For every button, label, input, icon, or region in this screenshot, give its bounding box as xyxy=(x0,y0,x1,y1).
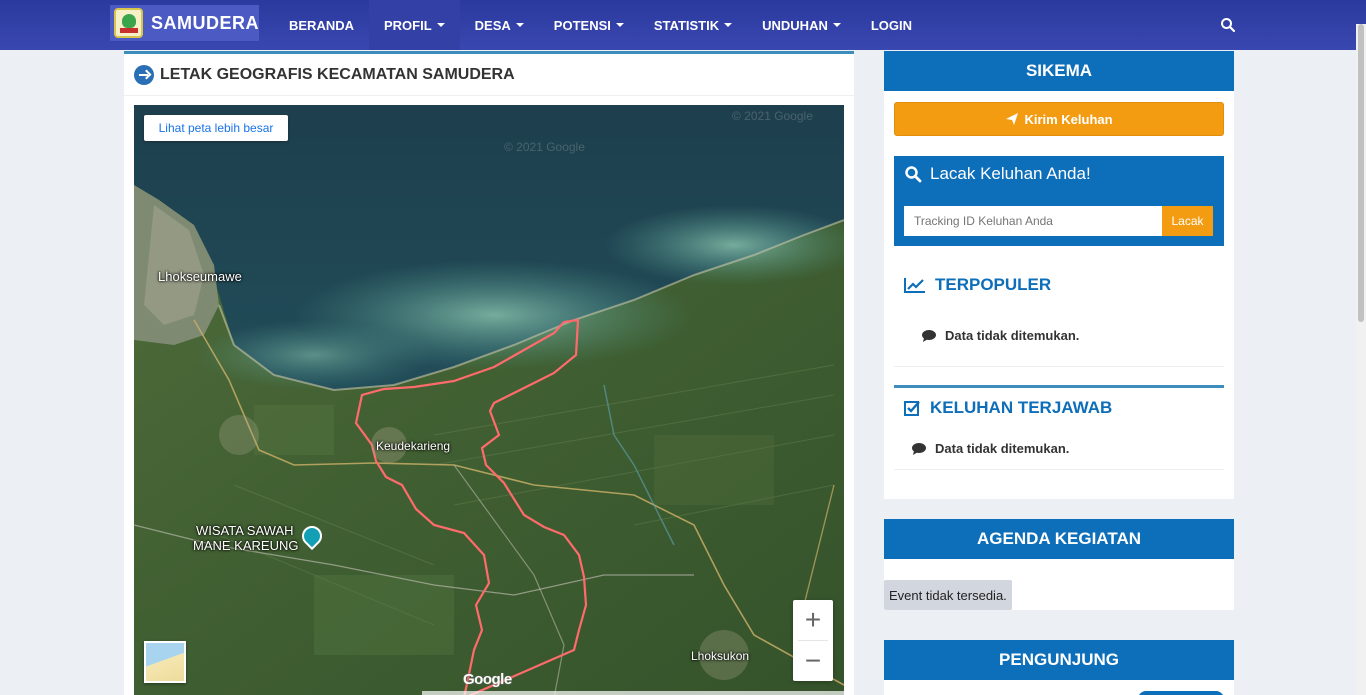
map-label-lhoksukon: Lhoksukon xyxy=(691,649,750,663)
comment-icon xyxy=(912,442,926,455)
kirim-keluhan-button[interactable]: Kirim Keluhan xyxy=(894,102,1224,136)
zoom-controls: + − xyxy=(793,600,833,681)
nav-item-login[interactable]: LOGIN xyxy=(856,0,927,50)
nav-item-label: LOGIN xyxy=(870,17,913,33)
terjawab-divider xyxy=(894,469,1224,470)
caret-down-icon xyxy=(832,23,841,27)
top-navbar: SAMUDERA BERANDA PROFIL DESA POTENSI STATIST… xyxy=(0,0,1366,50)
map-label-lhokseumawe: Lhokseumawe xyxy=(158,269,242,284)
nav-item-label: STATISTIK xyxy=(653,17,720,33)
nav-item-label: DESA xyxy=(474,17,511,33)
terjawab-top-rule xyxy=(894,385,1224,388)
main-nav: BERANDA PROFIL DESA POTENSI STATISTIK UNDUHAN… xyxy=(274,0,927,50)
map-label-poi-line2: MANE KAREUNG xyxy=(193,538,299,553)
circle-arrow-right-icon xyxy=(134,64,154,85)
tracking-id-input[interactable] xyxy=(904,206,1162,236)
lacak-title-text: Lacak Keluhan Anda! xyxy=(930,164,1091,183)
terpopuler-divider xyxy=(894,366,1224,367)
page-scrollbar[interactable] xyxy=(1356,24,1366,695)
larger-map-link[interactable]: Lihat peta lebih besar xyxy=(144,115,288,141)
terjawab-empty: Data tidak ditemukan. xyxy=(912,441,1069,456)
pengunjung-box: PENGUNJUNG xyxy=(884,640,1234,695)
terjawab-title: KELUHAN TERJAWAB xyxy=(904,398,1112,418)
zoom-out-button[interactable]: − xyxy=(793,641,833,681)
terpopuler-title-text: TERPOPULER xyxy=(935,275,1052,294)
brand-logo-link[interactable]: SAMUDERA xyxy=(110,5,259,41)
scrollbar-thumb[interactable] xyxy=(1358,24,1364,322)
nav-item-desa[interactable]: DESA xyxy=(460,0,539,50)
sikema-header: SIKEMA xyxy=(884,51,1234,91)
sikema-box: SIKEMA Kirim Keluhan Lacak Keluhan Anda!… xyxy=(884,51,1234,499)
map-watermark: © 2021 Google xyxy=(504,140,585,154)
search-icon[interactable] xyxy=(1220,17,1236,33)
zoom-in-button[interactable]: + xyxy=(793,600,833,640)
nav-item-statistik[interactable]: STATISTIK xyxy=(639,0,747,50)
comment-icon xyxy=(922,329,936,342)
caret-down-icon xyxy=(515,23,524,27)
google-logo: Google xyxy=(463,671,512,688)
panel-title: LETAK GEOGRAFIS KECAMATAN SAMUDERA xyxy=(160,65,515,83)
check-square-icon xyxy=(904,401,920,416)
terjawab-title-text: KELUHAN TERJAWAB xyxy=(930,398,1113,417)
samudera-emblem-icon xyxy=(114,8,143,38)
google-map[interactable]: © 2021 Google © 2021 Google Lihat peta l… xyxy=(134,105,844,695)
brand-name: SAMUDERA xyxy=(150,12,259,33)
lacak-title: Lacak Keluhan Anda! xyxy=(904,164,1091,184)
nav-item-beranda[interactable]: BERANDA xyxy=(274,0,369,50)
caret-down-icon xyxy=(615,23,624,27)
map-label-poi-line1: WISATA SAWAH xyxy=(196,523,294,538)
caret-down-icon xyxy=(724,23,733,27)
search-icon xyxy=(905,166,922,183)
satellite-imagery xyxy=(134,105,844,695)
caret-down-icon xyxy=(436,23,445,27)
kirim-keluhan-label: Kirim Keluhan xyxy=(1024,111,1113,127)
terpopuler-empty: Data tidak ditemukan. xyxy=(922,328,1079,343)
geography-panel: LETAK GEOGRAFIS KECAMATAN SAMUDERA © 202… xyxy=(124,51,854,695)
terpopuler-empty-text: Data tidak ditemukan. xyxy=(945,328,1080,343)
nav-item-label: UNDUHAN xyxy=(762,17,828,33)
map-label-keudekarieng: Keudekarieng xyxy=(376,439,451,453)
nav-item-unduhan[interactable]: UNDUHAN xyxy=(747,0,856,50)
agenda-empty-badge: Event tidak tersedia. xyxy=(884,580,1012,610)
pengunjung-header: PENGUNJUNG xyxy=(884,640,1234,680)
map-attribution-bar xyxy=(422,691,844,695)
nav-item-label: POTENSI xyxy=(553,17,611,33)
paper-plane-icon xyxy=(1006,113,1019,125)
map-type-toggle[interactable] xyxy=(144,641,186,683)
agenda-header: AGENDA KEGIATAN xyxy=(884,519,1234,559)
terpopuler-title: TERPOPULER xyxy=(904,275,1051,295)
nav-item-label: PROFIL xyxy=(384,17,432,33)
nav-item-label: BERANDA xyxy=(289,17,354,33)
terjawab-empty-text: Data tidak ditemukan. xyxy=(935,441,1070,456)
lacak-button[interactable]: Lacak xyxy=(1162,206,1213,236)
lacak-keluhan-box: Lacak Keluhan Anda! Lacak xyxy=(894,156,1224,246)
nav-item-profil[interactable]: PROFIL xyxy=(369,0,460,50)
line-chart-icon xyxy=(904,278,925,293)
pengunjung-tab[interactable] xyxy=(1138,691,1224,695)
panel-header: LETAK GEOGRAFIS KECAMATAN SAMUDERA xyxy=(124,54,854,96)
nav-item-potensi[interactable]: POTENSI xyxy=(539,0,639,50)
map-watermark-2: © 2021 Google xyxy=(732,109,813,123)
agenda-box: AGENDA KEGIATAN Event tidak tersedia. xyxy=(884,519,1234,610)
